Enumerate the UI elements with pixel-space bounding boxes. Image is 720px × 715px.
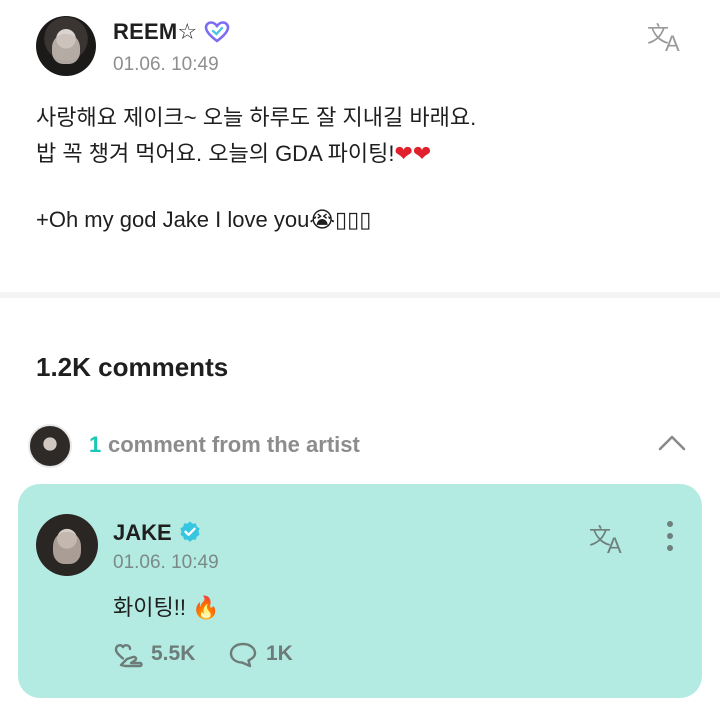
- svg-text:A: A: [607, 533, 622, 556]
- post-line-3-text: +Oh my god Jake I love you: [36, 207, 310, 232]
- hearts-emoji: ❤❤: [394, 141, 432, 166]
- artist-avatar-small: [28, 424, 72, 468]
- comment-text-body: 화이팅!!: [113, 595, 186, 620]
- missing-glyphs: ▯▯▯: [335, 207, 372, 232]
- post-body: 사랑해요 제이크~ 오늘 하루도 잘 지내길 바래요. 밥 꼭 챙겨 먹어요. …: [36, 100, 676, 238]
- translate-icon: 文 A: [647, 23, 680, 56]
- translate-icon: 文 A: [589, 525, 622, 558]
- verified-heart-icon: [204, 21, 230, 43]
- post-line-2-text: 밥 꼭 챙겨 먹어요. 오늘의 GDA 파이팅!: [36, 141, 395, 166]
- post-line-1: 사랑해요 제이크~ 오늘 하루도 잘 지내길 바래요.: [36, 105, 477, 130]
- author-avatar[interactable]: [36, 16, 96, 76]
- chevron-up-icon[interactable]: [658, 432, 686, 452]
- comment-more-button[interactable]: [658, 518, 682, 554]
- post-header: REEM☆ 01.06. 10:49 文 A: [36, 14, 686, 78]
- artist-comments-toggle[interactable]: 1 comment from the artist: [28, 424, 694, 468]
- post-line-2: 밥 꼭 챙겨 먹어요. 오늘의 GDA 파이팅!❤❤: [36, 136, 676, 172]
- section-divider: [0, 292, 720, 298]
- more-vertical-icon: [667, 521, 673, 551]
- like-button[interactable]: 5.5K: [113, 638, 213, 670]
- svg-text:A: A: [665, 31, 680, 54]
- verified-badge-icon: [180, 521, 200, 542]
- comment-author-name[interactable]: JAKE: [113, 520, 172, 546]
- comments-count: 1.2K comments: [36, 352, 229, 382]
- heart-hand-icon: [114, 644, 143, 668]
- like-count: 5.5K: [151, 642, 196, 665]
- crying-emoji: 😭: [309, 207, 336, 232]
- fire-emoji: 🔥: [192, 595, 220, 620]
- author-name[interactable]: REEM☆: [113, 19, 197, 45]
- reply-button[interactable]: 1K: [228, 638, 318, 670]
- comment-text: 화이팅!! 🔥: [113, 590, 219, 622]
- reply-count: 1K: [266, 642, 293, 665]
- comment-translate-button[interactable]: 文 A: [589, 520, 629, 558]
- post-line-3: +Oh my god Jake I love you😭▯▯▯: [36, 202, 676, 238]
- comment-author-avatar[interactable]: [36, 514, 98, 576]
- post-timestamp: 01.06. 10:49: [113, 54, 219, 75]
- artist-comment-card: JAKE 01.06. 10:49 文 A 화이팅!! 🔥 5.5K 1K: [18, 484, 702, 698]
- artist-comment-label: comment from the artist: [108, 432, 360, 457]
- comment-timestamp: 01.06. 10:49: [113, 552, 219, 573]
- translate-button[interactable]: 文 A: [647, 18, 687, 56]
- artist-comment-count: 1: [89, 432, 102, 457]
- speech-bubble-icon: [229, 642, 257, 668]
